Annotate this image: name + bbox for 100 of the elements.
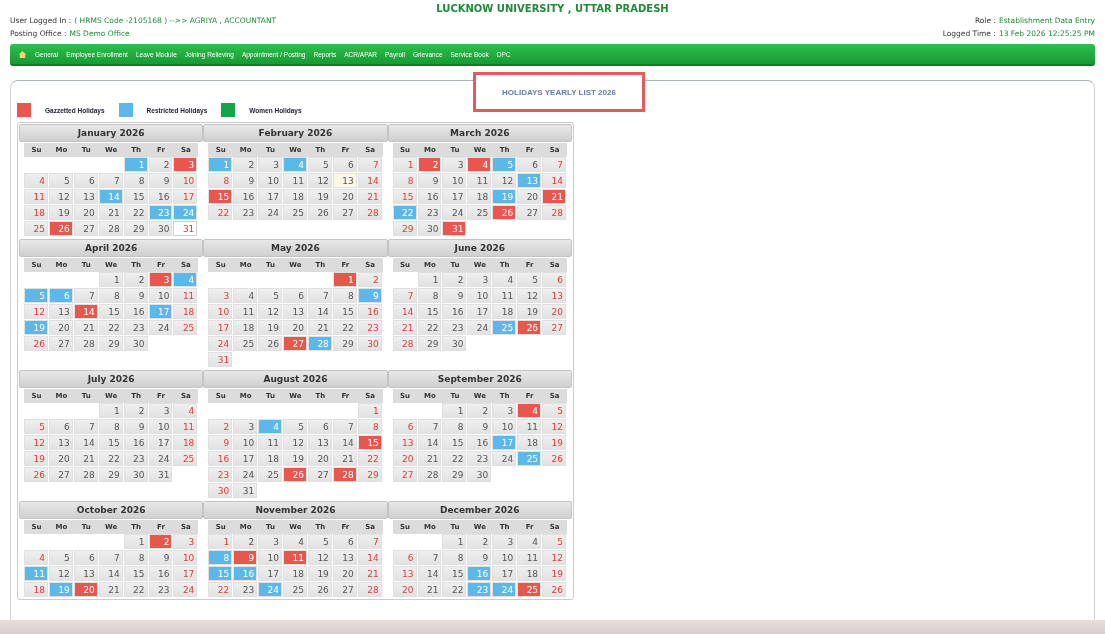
date-cell[interactable]: 20	[392, 451, 417, 466]
date-cell[interactable]: 6	[307, 419, 332, 434]
date-cell[interactable]: 25	[283, 205, 307, 220]
date-cell[interactable]: 10	[148, 419, 173, 434]
date-cell[interactable]: 4	[173, 403, 198, 418]
date-cell[interactable]: 28	[73, 336, 98, 351]
date-cell[interactable]: 9	[123, 419, 148, 434]
holiday-date-cell[interactable]: 31	[442, 221, 467, 236]
date-cell[interactable]: 5	[283, 419, 307, 434]
date-cell[interactable]: 9	[467, 550, 492, 565]
date-cell[interactable]: 16	[123, 304, 148, 319]
date-cell[interactable]: 27	[307, 467, 332, 482]
date-cell[interactable]: 22	[123, 582, 148, 597]
date-cell[interactable]: 22	[442, 451, 467, 466]
date-cell[interactable]: 6	[332, 534, 357, 549]
date-cell[interactable]: 13	[392, 566, 417, 581]
date-cell[interactable]: 5	[24, 419, 48, 434]
date-cell[interactable]: 27	[48, 467, 73, 482]
date-cell[interactable]: 29	[392, 221, 417, 236]
date-cell[interactable]: 25	[467, 205, 492, 220]
date-cell[interactable]: 21	[357, 566, 382, 581]
date-cell[interactable]: 9	[417, 173, 442, 188]
date-cell[interactable]: 24	[208, 336, 233, 351]
date-cell[interactable]: 15	[98, 304, 123, 319]
date-cell[interactable]: 13	[542, 288, 566, 303]
holiday-date-cell[interactable]: 25	[517, 582, 542, 597]
date-cell[interactable]: 24	[442, 205, 467, 220]
date-cell[interactable]: 4	[283, 534, 307, 549]
date-cell[interactable]: 13	[332, 173, 357, 188]
date-cell[interactable]: 3	[492, 403, 517, 418]
date-cell[interactable]: 9	[148, 550, 173, 565]
date-cell[interactable]: 8	[392, 173, 417, 188]
date-cell[interactable]: 9	[148, 173, 173, 188]
date-cell[interactable]: 12	[542, 419, 566, 434]
date-cell[interactable]: 20	[48, 451, 73, 466]
date-cell[interactable]: 29	[332, 336, 357, 351]
date-cell[interactable]: 18	[517, 435, 542, 450]
date-cell[interactable]: 29	[98, 467, 123, 482]
holiday-date-cell[interactable]: 26	[48, 221, 73, 236]
holiday-date-cell[interactable]: 3	[173, 157, 198, 172]
date-cell[interactable]: 2	[233, 157, 258, 172]
date-cell[interactable]: 25	[173, 451, 198, 466]
date-cell[interactable]: 27	[73, 221, 98, 236]
date-cell[interactable]: 16	[208, 451, 233, 466]
holiday-date-cell[interactable]: 26	[517, 320, 542, 335]
date-cell[interactable]: 14	[357, 173, 382, 188]
date-cell[interactable]: 19	[307, 189, 332, 204]
date-cell[interactable]: 26	[24, 336, 48, 351]
date-cell[interactable]: 7	[98, 550, 123, 565]
date-cell[interactable]: 19	[283, 451, 307, 466]
date-cell[interactable]: 14	[332, 435, 357, 450]
date-cell[interactable]: 21	[392, 320, 417, 335]
date-cell[interactable]: 17	[258, 566, 283, 581]
holiday-date-cell[interactable]: 15	[357, 435, 382, 450]
date-cell[interactable]: 4	[233, 288, 258, 303]
date-cell[interactable]: 12	[48, 189, 73, 204]
date-cell[interactable]: 2	[148, 157, 173, 172]
date-cell[interactable]: 23	[357, 320, 382, 335]
date-cell[interactable]: 3	[258, 157, 283, 172]
date-cell[interactable]: 3	[492, 534, 517, 549]
date-cell[interactable]: 20	[307, 451, 332, 466]
date-cell[interactable]: 13	[73, 566, 98, 581]
date-cell[interactable]: 22	[417, 320, 442, 335]
date-cell[interactable]: 1	[442, 534, 467, 549]
date-cell[interactable]: 30	[123, 336, 148, 351]
date-cell[interactable]: 23	[233, 205, 258, 220]
date-cell[interactable]: 31	[233, 483, 258, 498]
date-cell[interactable]: 1	[417, 272, 442, 287]
date-cell[interactable]: 1	[357, 403, 382, 418]
date-cell[interactable]: 31	[148, 467, 173, 482]
date-cell[interactable]: 19	[24, 451, 48, 466]
date-cell[interactable]: 8	[442, 550, 467, 565]
date-cell[interactable]: 20	[283, 320, 307, 335]
date-cell[interactable]: 29	[417, 336, 442, 351]
date-cell[interactable]: 18	[233, 320, 258, 335]
date-cell[interactable]: 21	[417, 582, 442, 597]
date-cell[interactable]: 11	[173, 288, 198, 303]
date-cell[interactable]: 21	[417, 451, 442, 466]
date-cell[interactable]: 22	[98, 320, 123, 335]
date-cell[interactable]: 22	[208, 582, 233, 597]
date-cell[interactable]: 16	[467, 435, 492, 450]
date-cell[interactable]: 6	[73, 173, 98, 188]
holiday-date-cell[interactable]: 26	[492, 205, 517, 220]
date-cell[interactable]: 23	[442, 320, 467, 335]
date-cell[interactable]: 12	[492, 173, 517, 188]
date-cell[interactable]: 20	[73, 205, 98, 220]
date-cell[interactable]: 10	[148, 288, 173, 303]
date-cell[interactable]: 2	[467, 534, 492, 549]
date-cell[interactable]: 17	[173, 566, 198, 581]
holiday-date-cell[interactable]: 11	[283, 550, 307, 565]
date-cell[interactable]: 22	[208, 205, 233, 220]
date-cell[interactable]: 3	[208, 288, 233, 303]
date-cell[interactable]: 10	[208, 304, 233, 319]
date-cell[interactable]: 22	[332, 320, 357, 335]
date-cell[interactable]: 20	[517, 189, 542, 204]
date-cell[interactable]: 5	[542, 403, 566, 418]
date-cell[interactable]: 23	[467, 451, 492, 466]
date-cell[interactable]: 30	[442, 336, 467, 351]
date-cell[interactable]: 23	[123, 320, 148, 335]
date-cell[interactable]: 15	[98, 435, 123, 450]
